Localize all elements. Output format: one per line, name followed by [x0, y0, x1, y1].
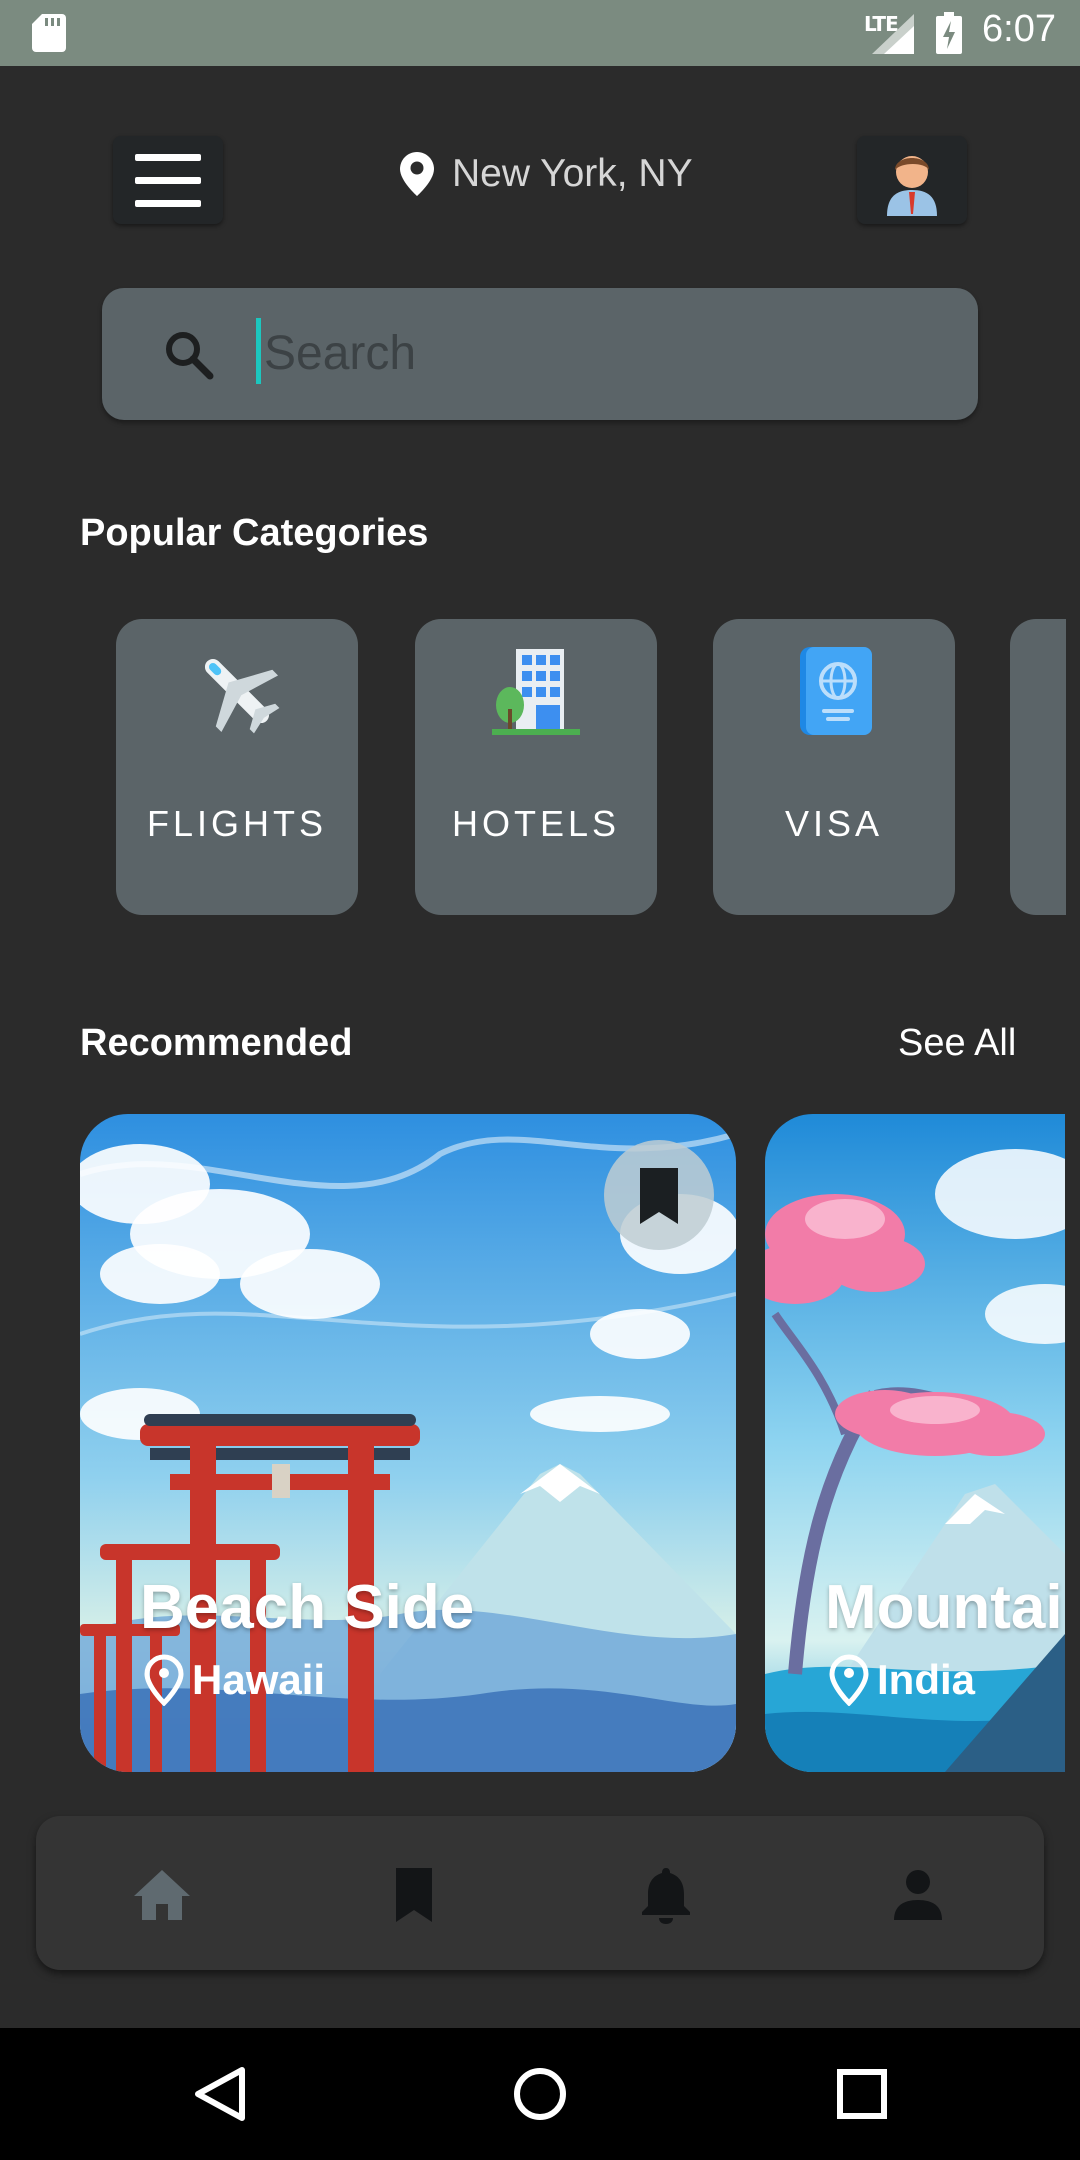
hamburger-icon — [135, 154, 201, 161]
location-pin-icon — [144, 1654, 184, 1706]
bottom-navigation — [36, 1816, 1044, 1970]
see-all-link[interactable]: See All — [898, 1022, 1016, 1065]
category-visa[interactable]: VISA — [713, 619, 955, 915]
status-bar: LTE 6:07 — [0, 0, 1080, 66]
recommended-card-beach-side[interactable]: Beach Side Hawaii — [80, 1114, 736, 1772]
battery-charging-icon — [936, 12, 962, 54]
hotel-icon — [492, 649, 580, 735]
card-location: India — [829, 1654, 975, 1706]
card-location: Hawaii — [144, 1654, 325, 1706]
signal-icon — [872, 14, 914, 54]
back-icon[interactable] — [192, 2066, 248, 2122]
search-icon — [166, 332, 214, 380]
card-title: Beach Side — [140, 1573, 475, 1642]
avatar — [887, 156, 937, 216]
recommended-card-mountain[interactable]: Mountai India — [765, 1114, 1065, 1772]
category-partial[interactable] — [1010, 619, 1066, 915]
home-icon[interactable] — [132, 1864, 192, 1924]
system-navigation-bar — [0, 2028, 1080, 2160]
current-location[interactable]: New York, NY — [400, 144, 693, 204]
bookmark-icon — [640, 1168, 678, 1224]
hamburger-icon-bar — [135, 200, 201, 207]
recents-icon[interactable] — [836, 2068, 888, 2120]
category-flights[interactable]: FLIGHTS — [116, 619, 358, 915]
home-circle-icon[interactable] — [512, 2066, 568, 2122]
recommended-title: Recommended — [80, 1022, 353, 1064]
bookmark-button[interactable] — [604, 1140, 714, 1250]
sd-card-icon — [32, 14, 66, 52]
location-pin-icon — [829, 1654, 869, 1706]
person-icon[interactable] — [888, 1864, 948, 1924]
text-cursor — [256, 318, 261, 384]
card-location-label: India — [877, 1656, 976, 1703]
category-label: HOTELS — [451, 803, 621, 844]
bell-icon[interactable] — [636, 1864, 696, 1924]
location-pin-icon — [400, 152, 434, 196]
profile-avatar-button[interactable] — [857, 136, 967, 224]
passport-icon — [800, 647, 872, 735]
bookmark-icon[interactable] — [384, 1864, 444, 1924]
clock: 6:07 — [982, 8, 1056, 50]
menu-button[interactable] — [113, 136, 223, 224]
search-input[interactable] — [262, 310, 952, 396]
category-hotels[interactable]: HOTELS — [415, 619, 657, 915]
card-location-label: Hawaii — [192, 1656, 326, 1703]
airplane-icon — [204, 658, 280, 734]
category-label: FLIGHTS — [146, 803, 327, 844]
category-label: VISA — [784, 803, 884, 844]
hamburger-icon-bar — [135, 177, 201, 184]
card-title: Mountai — [825, 1573, 1063, 1642]
search-bar[interactable] — [102, 288, 978, 420]
location-label: New York, NY — [452, 152, 693, 195]
popular-categories-title: Popular Categories — [80, 512, 429, 554]
